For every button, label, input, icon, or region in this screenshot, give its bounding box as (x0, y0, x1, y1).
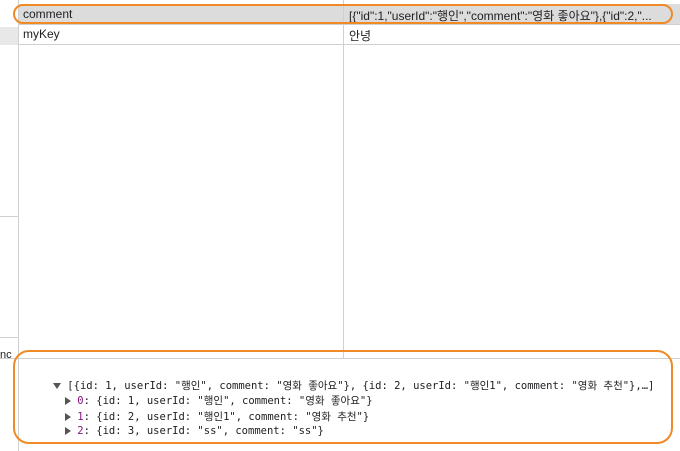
left-sidebar-divider (0, 216, 18, 217)
left-sidebar-selected-item[interactable] (0, 27, 18, 45)
storage-table: comment [{"id":1,"userId":"행인","comment"… (19, 0, 680, 358)
left-sidebar-divider (0, 337, 18, 338)
value-cell: 안녕 (349, 29, 372, 43)
highlight-outline (13, 4, 673, 24)
column-divider[interactable] (343, 0, 344, 358)
key-cell: myKey (23, 27, 60, 41)
highlight-outline (13, 350, 673, 444)
table-row[interactable]: myKey 안녕 (19, 24, 680, 45)
